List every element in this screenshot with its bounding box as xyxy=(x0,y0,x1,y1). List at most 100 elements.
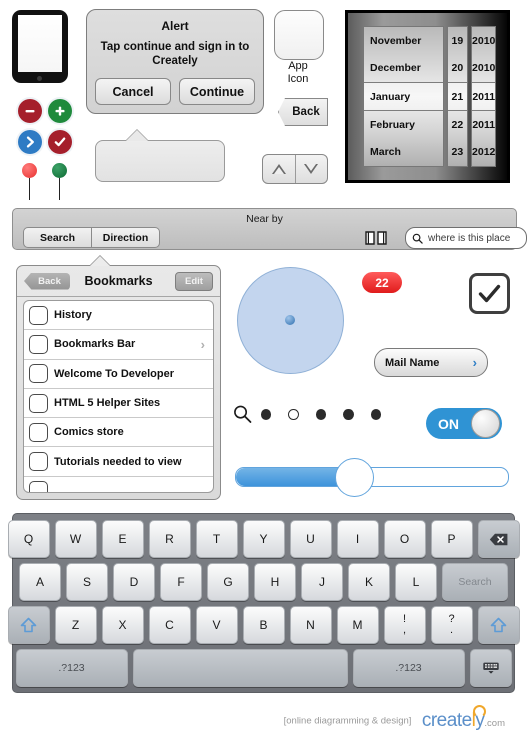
minus-circle-icon[interactable] xyxy=(18,99,42,123)
slider-control[interactable] xyxy=(235,458,509,497)
key-f[interactable]: F xyxy=(160,563,202,601)
key-o[interactable]: O xyxy=(383,520,426,558)
chevron-right-circle-icon[interactable] xyxy=(18,130,42,154)
picker-cell[interactable]: 23 xyxy=(448,139,467,166)
picker-cell[interactable]: 2010 xyxy=(472,54,495,81)
list-item[interactable] xyxy=(24,477,213,492)
list-item-checkbox[interactable] xyxy=(29,334,48,354)
list-item-checkbox[interactable] xyxy=(29,481,48,492)
picker-cell[interactable]: March xyxy=(364,139,443,166)
picker-cell[interactable]: 19 xyxy=(448,27,467,54)
key-k[interactable]: K xyxy=(348,563,390,601)
backspace-key[interactable] xyxy=(477,520,520,558)
checkbox-checked[interactable] xyxy=(469,273,510,314)
bookmarks-edit-button[interactable]: Edit xyxy=(175,271,213,291)
key-p[interactable]: P xyxy=(430,520,473,558)
picker-cell[interactable]: 2011 xyxy=(472,111,495,138)
picker-cell-selected[interactable]: 2011 xyxy=(472,81,496,112)
list-item-checkbox[interactable] xyxy=(29,364,48,384)
search-input[interactable]: where is this place xyxy=(405,227,527,249)
tablet-home-button[interactable] xyxy=(37,76,42,81)
key-w[interactable]: W xyxy=(54,520,97,558)
key-u[interactable]: U xyxy=(289,520,332,558)
tab-direction[interactable]: Direction xyxy=(92,228,159,247)
picker-cell[interactable]: 22 xyxy=(448,111,467,138)
picker-cell-selected[interactable]: January xyxy=(364,81,443,112)
picker-cell[interactable]: 2010 xyxy=(472,27,495,54)
key-z[interactable]: Z xyxy=(54,606,97,644)
stepper-increment-button[interactable] xyxy=(263,155,296,183)
key-exclaim-comma[interactable]: ! , xyxy=(383,606,426,644)
slider-thumb[interactable] xyxy=(334,458,374,497)
picker-cell[interactable]: 20 xyxy=(448,54,467,81)
list-item-checkbox[interactable] xyxy=(29,393,48,413)
page-dot[interactable] xyxy=(260,408,272,420)
dial-knob[interactable] xyxy=(285,315,295,325)
key-t[interactable]: T xyxy=(195,520,238,558)
space-key[interactable] xyxy=(132,649,348,687)
mail-name-button[interactable]: Mail Name › xyxy=(374,348,488,377)
list-item[interactable]: Bookmarks Bar › xyxy=(24,330,213,360)
numeric-key-left[interactable]: .?123 xyxy=(15,649,128,687)
numeric-key-right[interactable]: .?123 xyxy=(352,649,465,687)
date-picker[interactable]: November December January February March… xyxy=(345,10,510,183)
list-item[interactable]: Welcome To Developer xyxy=(24,360,213,389)
hide-keyboard-key[interactable] xyxy=(469,649,512,687)
key-y[interactable]: Y xyxy=(242,520,285,558)
search-key[interactable]: Search xyxy=(442,563,508,601)
list-item[interactable]: Tutorials needed to view xyxy=(24,447,213,477)
picker-cell[interactable]: February xyxy=(364,111,443,138)
key-c[interactable]: C xyxy=(148,606,191,644)
toggle-switch-knob[interactable] xyxy=(471,409,500,438)
picker-cell[interactable]: 2012 xyxy=(472,139,495,166)
key-m[interactable]: M xyxy=(336,606,379,644)
key-a[interactable]: A xyxy=(19,563,61,601)
key-s[interactable]: S xyxy=(66,563,108,601)
list-item[interactable]: History xyxy=(24,301,213,331)
date-picker-month-column[interactable]: November December January February March xyxy=(363,26,444,167)
check-circle-icon[interactable] xyxy=(48,130,72,154)
dial-control[interactable] xyxy=(237,267,344,374)
key-g[interactable]: G xyxy=(207,563,249,601)
key-e[interactable]: E xyxy=(101,520,144,558)
key-j[interactable]: J xyxy=(301,563,343,601)
list-item-checkbox[interactable] xyxy=(29,305,48,325)
shift-key-right[interactable] xyxy=(477,606,520,644)
picker-cell-selected[interactable]: 21 xyxy=(447,81,468,112)
shift-key-left[interactable] xyxy=(7,606,50,644)
map-pin-red-icon[interactable] xyxy=(22,163,37,200)
search-icon[interactable] xyxy=(233,404,252,424)
tab-search[interactable]: Search xyxy=(24,228,92,247)
key-r[interactable]: R xyxy=(148,520,191,558)
cancel-button[interactable]: Cancel xyxy=(95,78,171,105)
back-button[interactable]: Back xyxy=(278,98,328,126)
key-n[interactable]: N xyxy=(289,606,332,644)
bookmarks-back-button[interactable]: Back xyxy=(24,272,70,290)
plus-circle-icon[interactable] xyxy=(48,99,72,123)
picker-cell[interactable]: December xyxy=(364,54,443,81)
page-dot[interactable] xyxy=(343,408,354,420)
page-dot-current[interactable] xyxy=(288,408,299,420)
stepper-decrement-button[interactable] xyxy=(296,155,328,183)
key-q[interactable]: Q xyxy=(7,520,50,558)
page-dot[interactable] xyxy=(370,408,381,420)
date-picker-wheel[interactable]: November December January February March… xyxy=(363,26,497,167)
key-i[interactable]: I xyxy=(336,520,379,558)
key-x[interactable]: X xyxy=(101,606,144,644)
key-l[interactable]: L xyxy=(395,563,437,601)
segmented-control[interactable]: Search Direction xyxy=(23,227,160,248)
list-item-checkbox[interactable] xyxy=(29,422,48,442)
key-question-period[interactable]: ? . xyxy=(430,606,473,644)
app-icon-placeholder[interactable] xyxy=(274,10,324,60)
page-dot[interactable] xyxy=(315,408,327,420)
date-picker-day-column[interactable]: 19 20 21 22 23 xyxy=(446,26,469,167)
key-d[interactable]: D xyxy=(113,563,155,601)
list-item[interactable]: HTML 5 Helper Sites xyxy=(24,389,213,419)
page-indicator[interactable] xyxy=(233,403,398,425)
map-pin-green-icon[interactable] xyxy=(52,163,67,200)
list-item[interactable]: Comics store xyxy=(24,418,213,448)
open-book-icon[interactable] xyxy=(365,230,387,245)
picker-cell[interactable]: November xyxy=(364,27,443,54)
toggle-switch-on[interactable]: ON xyxy=(426,408,502,439)
key-b[interactable]: B xyxy=(242,606,285,644)
